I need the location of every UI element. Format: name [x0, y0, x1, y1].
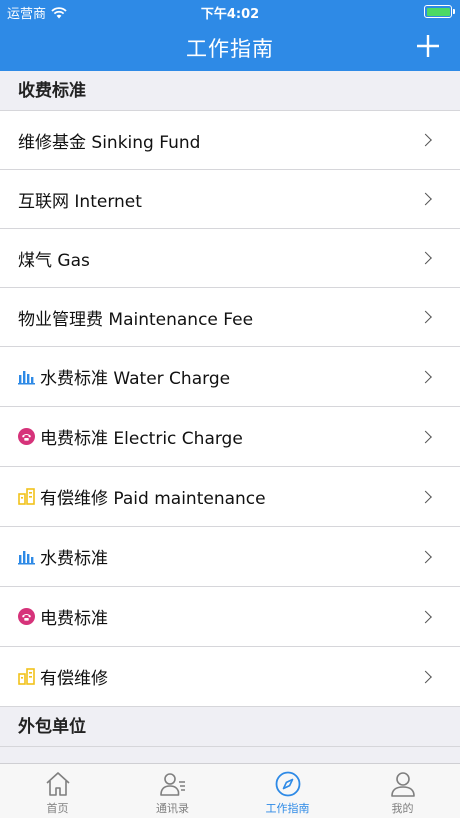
- building-icon: [18, 488, 35, 505]
- bar-chart-icon: [18, 368, 35, 385]
- chevron-right-icon: [419, 370, 432, 383]
- list-item-gas[interactable]: 煤气 Gas: [0, 229, 460, 288]
- bar-chart-icon: [18, 548, 35, 565]
- tab-bar: 首页 通讯录 工作指南 我的: [0, 763, 460, 818]
- list-item-water-charge-cn[interactable]: 水费标准: [0, 527, 460, 587]
- list-item-electric-charge-cn[interactable]: 电费标准: [0, 587, 460, 647]
- list-item-label: 电费标准: [40, 609, 108, 629]
- tab-contacts[interactable]: 通讯录: [115, 764, 230, 818]
- list-item-label: 互联网 Internet: [18, 191, 142, 212]
- tab-profile[interactable]: 我的: [345, 764, 460, 818]
- tab-label: 首页: [46, 802, 69, 815]
- list-item-label: 有偿维修 Paid maintenance: [40, 489, 266, 509]
- chevron-right-icon: [419, 192, 432, 206]
- list-item-water-charge[interactable]: 水费标准 Water Charge: [0, 347, 460, 407]
- chevron-right-icon: [419, 310, 432, 324]
- section-header-fees: 收费标准: [0, 71, 460, 111]
- list-item-label: 水费标准: [40, 549, 108, 569]
- user-icon: [390, 772, 415, 797]
- tab-work-guide[interactable]: 工作指南: [230, 764, 345, 818]
- list-item-label: 水费标准 Water Charge: [40, 369, 231, 389]
- list-item-paid-maintenance-cn[interactable]: 有偿维修: [0, 647, 460, 707]
- compass-icon: [275, 771, 300, 797]
- list-item-label: 电费标准 Electric Charge: [40, 429, 243, 449]
- list-item-label: 有偿维修: [40, 669, 108, 689]
- add-icon[interactable]: [416, 34, 440, 58]
- list-item-electric-charge[interactable]: 电费标准 Electric Charge: [0, 407, 460, 467]
- list-item-label: 物业管理费 Maintenance Fee: [18, 309, 254, 330]
- contacts-icon: [159, 773, 185, 796]
- home-icon: [45, 772, 70, 796]
- tab-home[interactable]: 首页: [0, 764, 115, 818]
- status-bar: 运营商 下午4:02: [0, 0, 460, 22]
- chevron-right-icon: [419, 550, 432, 563]
- chevron-right-icon: [419, 133, 432, 147]
- phone-badge-icon: [18, 428, 35, 445]
- battery-icon: [424, 5, 455, 18]
- list-item-sinking-fund[interactable]: 维修基金 Sinking Fund: [0, 111, 460, 170]
- top-bar: 运营商 下午4:02 工作指南: [0, 0, 460, 71]
- guide-list: 收费标准 维修基金 Sinking Fund 互联网 Internet 煤气 G…: [0, 71, 460, 747]
- status-time: 下午4:02: [200, 7, 260, 22]
- list-item-paid-maintenance[interactable]: 有偿维修 Paid maintenance: [0, 467, 460, 527]
- chevron-right-icon: [419, 490, 432, 503]
- nav-bar: 工作指南: [0, 22, 460, 71]
- phone-badge-icon: [18, 608, 35, 625]
- chevron-right-icon: [419, 430, 432, 443]
- section-header-outsourcing: 外包单位: [0, 707, 460, 747]
- chevron-right-icon: [419, 670, 432, 683]
- page-title: 工作指南: [186, 37, 274, 61]
- tab-label: 我的: [391, 802, 414, 815]
- list-item-label: 煤气 Gas: [18, 250, 90, 271]
- tab-label: 通讯录: [156, 802, 189, 815]
- chevron-right-icon: [419, 610, 432, 623]
- list-item-internet[interactable]: 互联网 Internet: [0, 170, 460, 229]
- building-icon: [18, 668, 35, 685]
- list-item-maintenance-fee[interactable]: 物业管理费 Maintenance Fee: [0, 288, 460, 347]
- chevron-right-icon: [419, 251, 432, 265]
- list-item-label: 维修基金 Sinking Fund: [18, 132, 201, 153]
- tab-label: 工作指南: [265, 802, 310, 815]
